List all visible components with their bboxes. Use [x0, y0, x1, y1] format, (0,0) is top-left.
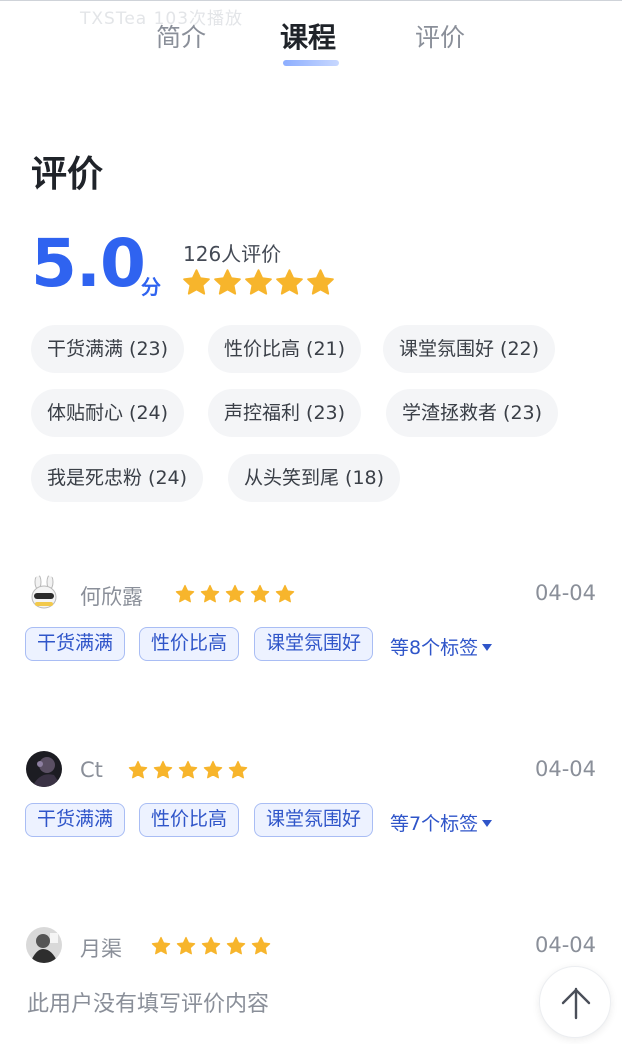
caret-down-icon [482, 644, 493, 651]
star-icon [251, 936, 271, 956]
star-icon [128, 760, 148, 780]
tag-chip[interactable]: 学渣拯救者 (23) [386, 389, 559, 437]
tag-chip[interactable]: 从头笑到尾 (18) [228, 454, 401, 502]
star-icon [176, 936, 196, 956]
tag-chip[interactable]: 体贴耐心 (24) [31, 389, 185, 437]
tab-course[interactable]: 课程 [280, 16, 336, 56]
tab-intro[interactable]: 简介 [156, 18, 206, 54]
review-stars [128, 760, 248, 780]
reviewer-name: Ct [80, 758, 103, 782]
review-content: 此用户没有填写评价内容 [27, 992, 270, 1017]
tag-chip[interactable]: 我是死忠粉 (24) [31, 454, 204, 502]
review-tag: 干货满满 [25, 803, 126, 837]
star-icon [175, 584, 195, 604]
review-stars [175, 584, 295, 604]
star-icon [275, 584, 295, 604]
star-icon [250, 584, 270, 604]
avatar[interactable] [26, 575, 62, 611]
avatar[interactable] [26, 751, 62, 787]
summary-rating-stars [182, 268, 335, 297]
star-icon [226, 936, 246, 956]
star-icon [225, 584, 245, 604]
score-unit: 分 [141, 275, 161, 299]
review-date: 04-04 [534, 581, 596, 605]
star-icon [153, 760, 173, 780]
reviewer-name: 月渠 [80, 937, 122, 961]
star-icon [203, 760, 223, 780]
tag-chip[interactable]: 性价比高 (21) [208, 325, 362, 373]
star-icon [244, 268, 273, 297]
tag-chip[interactable]: 干货满满 (23) [31, 325, 185, 373]
star-icon [151, 936, 171, 956]
review-tag: 干货满满 [25, 627, 126, 661]
more-tags-toggle[interactable]: 等7个标签 [390, 809, 493, 836]
review-tag: 课堂氛围好 [254, 627, 374, 661]
tag-chip[interactable]: 声控福利 (23) [208, 389, 362, 437]
reviews-title: 评价 [31, 154, 104, 195]
arrow-up-icon [561, 987, 591, 1020]
more-tags-label: 等7个标签 [390, 813, 479, 835]
tag-chip[interactable]: 课堂氛围好 (22) [383, 325, 556, 373]
review-tag: 课堂氛围好 [254, 803, 374, 837]
star-icon [178, 760, 198, 780]
star-icon [182, 268, 211, 297]
star-icon [213, 268, 242, 297]
caret-down-icon [482, 820, 493, 827]
review-tag: 性价比高 [139, 803, 240, 837]
star-icon [275, 268, 304, 297]
rating-count: 126人评价 [183, 242, 282, 266]
star-icon [200, 584, 220, 604]
star-icon [306, 268, 335, 297]
tab-reviews[interactable]: 评价 [415, 18, 465, 54]
reviewer-name: 何欣露 [80, 585, 143, 609]
star-icon [201, 936, 221, 956]
star-icon [228, 760, 248, 780]
tab-bar: 简介 课程 评价 [0, 16, 622, 66]
active-tab-indicator [283, 60, 339, 66]
review-date: 04-04 [534, 933, 596, 957]
top-divider [0, 0, 622, 1]
review-date: 04-04 [534, 757, 596, 781]
review-tag: 性价比高 [139, 627, 240, 661]
more-tags-toggle[interactable]: 等8个标签 [390, 633, 493, 660]
average-score: 5.0 [31, 225, 146, 302]
avatar[interactable] [26, 927, 62, 963]
review-stars [151, 936, 271, 956]
back-to-top-button[interactable] [539, 966, 611, 1038]
more-tags-label: 等8个标签 [390, 637, 479, 659]
